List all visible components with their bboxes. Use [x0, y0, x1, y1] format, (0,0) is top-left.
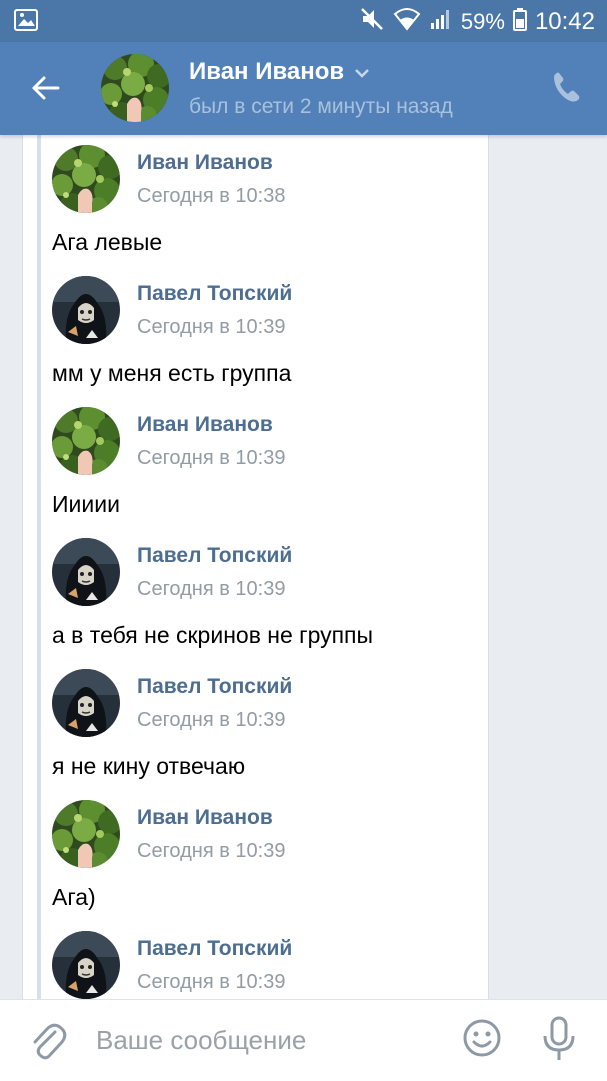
message-item: Иван Иванов Сегодня в 10:38 Ага левые [52, 135, 492, 266]
author-avatar[interactable] [52, 800, 120, 868]
author-avatar[interactable] [52, 145, 120, 213]
quote-bar [37, 135, 41, 999]
author-name[interactable]: Иван Иванов [137, 806, 273, 830]
emoji-icon[interactable] [462, 1018, 502, 1058]
signal-icon [429, 7, 453, 37]
battery-icon [512, 7, 527, 37]
message-text: а в тебя не скринов не группы [52, 622, 374, 648]
message-time: Сегодня в 10:39 [137, 316, 286, 338]
message-text: мм у меня есть группа [52, 360, 292, 386]
back-arrow-icon[interactable] [28, 70, 64, 106]
chevron-down-icon [354, 58, 370, 86]
composer-bar [0, 999, 607, 1081]
message-item: Павел Топский Сегодня в 10:39 мм у меня … [52, 266, 492, 397]
message-text: Иииии [52, 491, 120, 517]
attach-icon[interactable] [28, 1020, 68, 1062]
message-item: Павел Топский Сегодня в 10:39 а в тебя н… [52, 528, 492, 659]
chat-area[interactable]: Иван Иванов Сегодня в 10:38 Ага левые Па… [0, 135, 607, 999]
message-time: Сегодня в 10:39 [137, 447, 286, 469]
message-item: Павел Топский Сегодня в 10:39 я не кину … [52, 659, 492, 790]
message-time: Сегодня в 10:39 [137, 578, 286, 600]
mute-icon [359, 6, 385, 38]
author-name[interactable]: Павел Топский [137, 544, 292, 568]
battery-percent: 59% [460, 9, 505, 34]
chat-header: Иван Иванов был в сети 2 минуты назад [0, 42, 607, 135]
gallery-icon [14, 9, 38, 36]
author-avatar[interactable] [52, 931, 120, 999]
author-avatar[interactable] [52, 669, 120, 737]
author-name[interactable]: Павел Топский [137, 675, 292, 699]
author-avatar[interactable] [52, 276, 120, 344]
author-avatar[interactable] [52, 407, 120, 475]
clock: 10:42 [534, 8, 595, 35]
message-time: Сегодня в 10:39 [137, 840, 286, 862]
message-time: Сегодня в 10:38 [137, 185, 286, 207]
author-name[interactable]: Павел Топский [137, 937, 292, 961]
status-bar: 59% 10:42 [0, 0, 607, 42]
mic-icon[interactable] [541, 1016, 577, 1062]
author-name[interactable]: Иван Иванов [137, 151, 273, 175]
author-name[interactable]: Павел Топский [137, 282, 292, 306]
contact-name-dropdown[interactable]: Иван Иванов [189, 58, 370, 86]
contact-avatar[interactable] [101, 54, 169, 122]
message-item: Иван Иванов Сегодня в 10:39 Ага) [52, 790, 492, 921]
message-time: Сегодня в 10:39 [137, 709, 286, 731]
message-text: я не кину отвечаю [52, 753, 246, 779]
author-name[interactable]: Иван Иванов [137, 413, 273, 437]
message-text: Ага) [52, 884, 96, 910]
author-avatar[interactable] [52, 538, 120, 606]
message-text: Ага левые [52, 229, 163, 255]
message-item: Иван Иванов Сегодня в 10:39 Иииии [52, 397, 492, 528]
phone-icon[interactable] [551, 70, 583, 104]
message-item: Павел Топский Сегодня в 10:39 [52, 921, 492, 999]
wifi-icon [393, 7, 421, 37]
contact-name: Иван Иванов [189, 58, 345, 85]
last-seen-status: был в сети 2 минуты назад [189, 95, 453, 118]
message-input[interactable] [96, 1024, 426, 1056]
message-time: Сегодня в 10:39 [137, 971, 286, 993]
